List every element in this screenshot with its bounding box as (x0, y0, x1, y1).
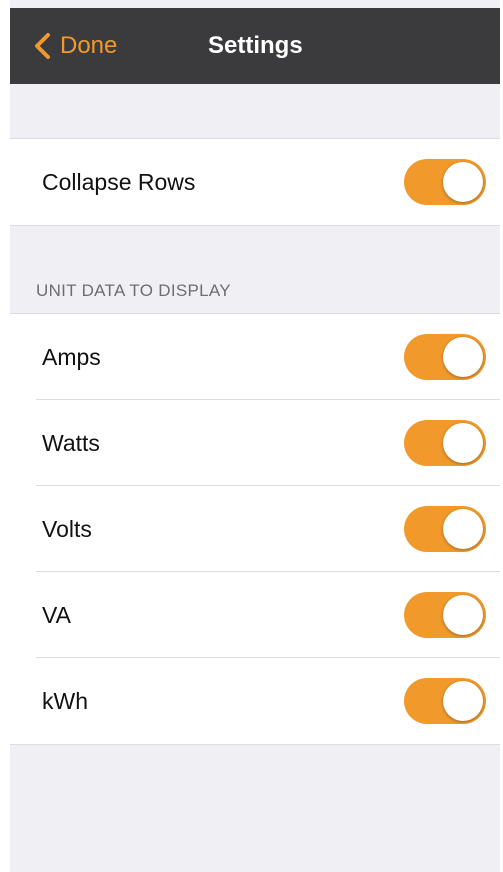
watts-toggle[interactable] (404, 420, 486, 466)
unit-data-group: Amps Watts Volts VA kWh (10, 313, 500, 745)
toggle-knob (443, 595, 483, 635)
toggle-knob (443, 681, 483, 721)
chevron-left-icon (35, 33, 50, 59)
unit-data-section-header: UNIT DATA TO DISPLAY (36, 281, 231, 300)
navigation-bar: Done Settings (10, 8, 500, 84)
collapse-rows-row: Collapse Rows (10, 139, 500, 225)
done-button-label: Done (60, 32, 118, 59)
settings-screen: Done Settings Collapse Rows UNIT DATA TO… (10, 0, 500, 872)
unit-label-amps: Amps (42, 344, 101, 370)
kwh-toggle[interactable] (404, 678, 486, 724)
unit-row-amps: Amps (10, 314, 500, 400)
toggle-knob (443, 337, 483, 377)
collapse-rows-label: Collapse Rows (42, 169, 196, 195)
done-button[interactable]: Done (32, 30, 117, 62)
amps-toggle[interactable] (404, 334, 486, 380)
unit-row-va: VA (10, 572, 500, 658)
toggle-knob (443, 509, 483, 549)
page-title: Settings (208, 32, 303, 59)
unit-label-kwh: kWh (42, 688, 88, 714)
unit-row-volts: Volts (10, 486, 500, 572)
unit-row-kwh: kWh (10, 658, 500, 744)
toggle-knob (443, 162, 483, 202)
unit-label-va: VA (42, 602, 71, 628)
volts-toggle[interactable] (404, 506, 486, 552)
toggle-knob (443, 423, 483, 463)
collapse-rows-group: Collapse Rows (10, 138, 500, 226)
unit-row-watts: Watts (10, 400, 500, 486)
unit-label-watts: Watts (42, 430, 100, 456)
va-toggle[interactable] (404, 592, 486, 638)
collapse-rows-toggle[interactable] (404, 159, 486, 205)
unit-label-volts: Volts (42, 516, 92, 542)
